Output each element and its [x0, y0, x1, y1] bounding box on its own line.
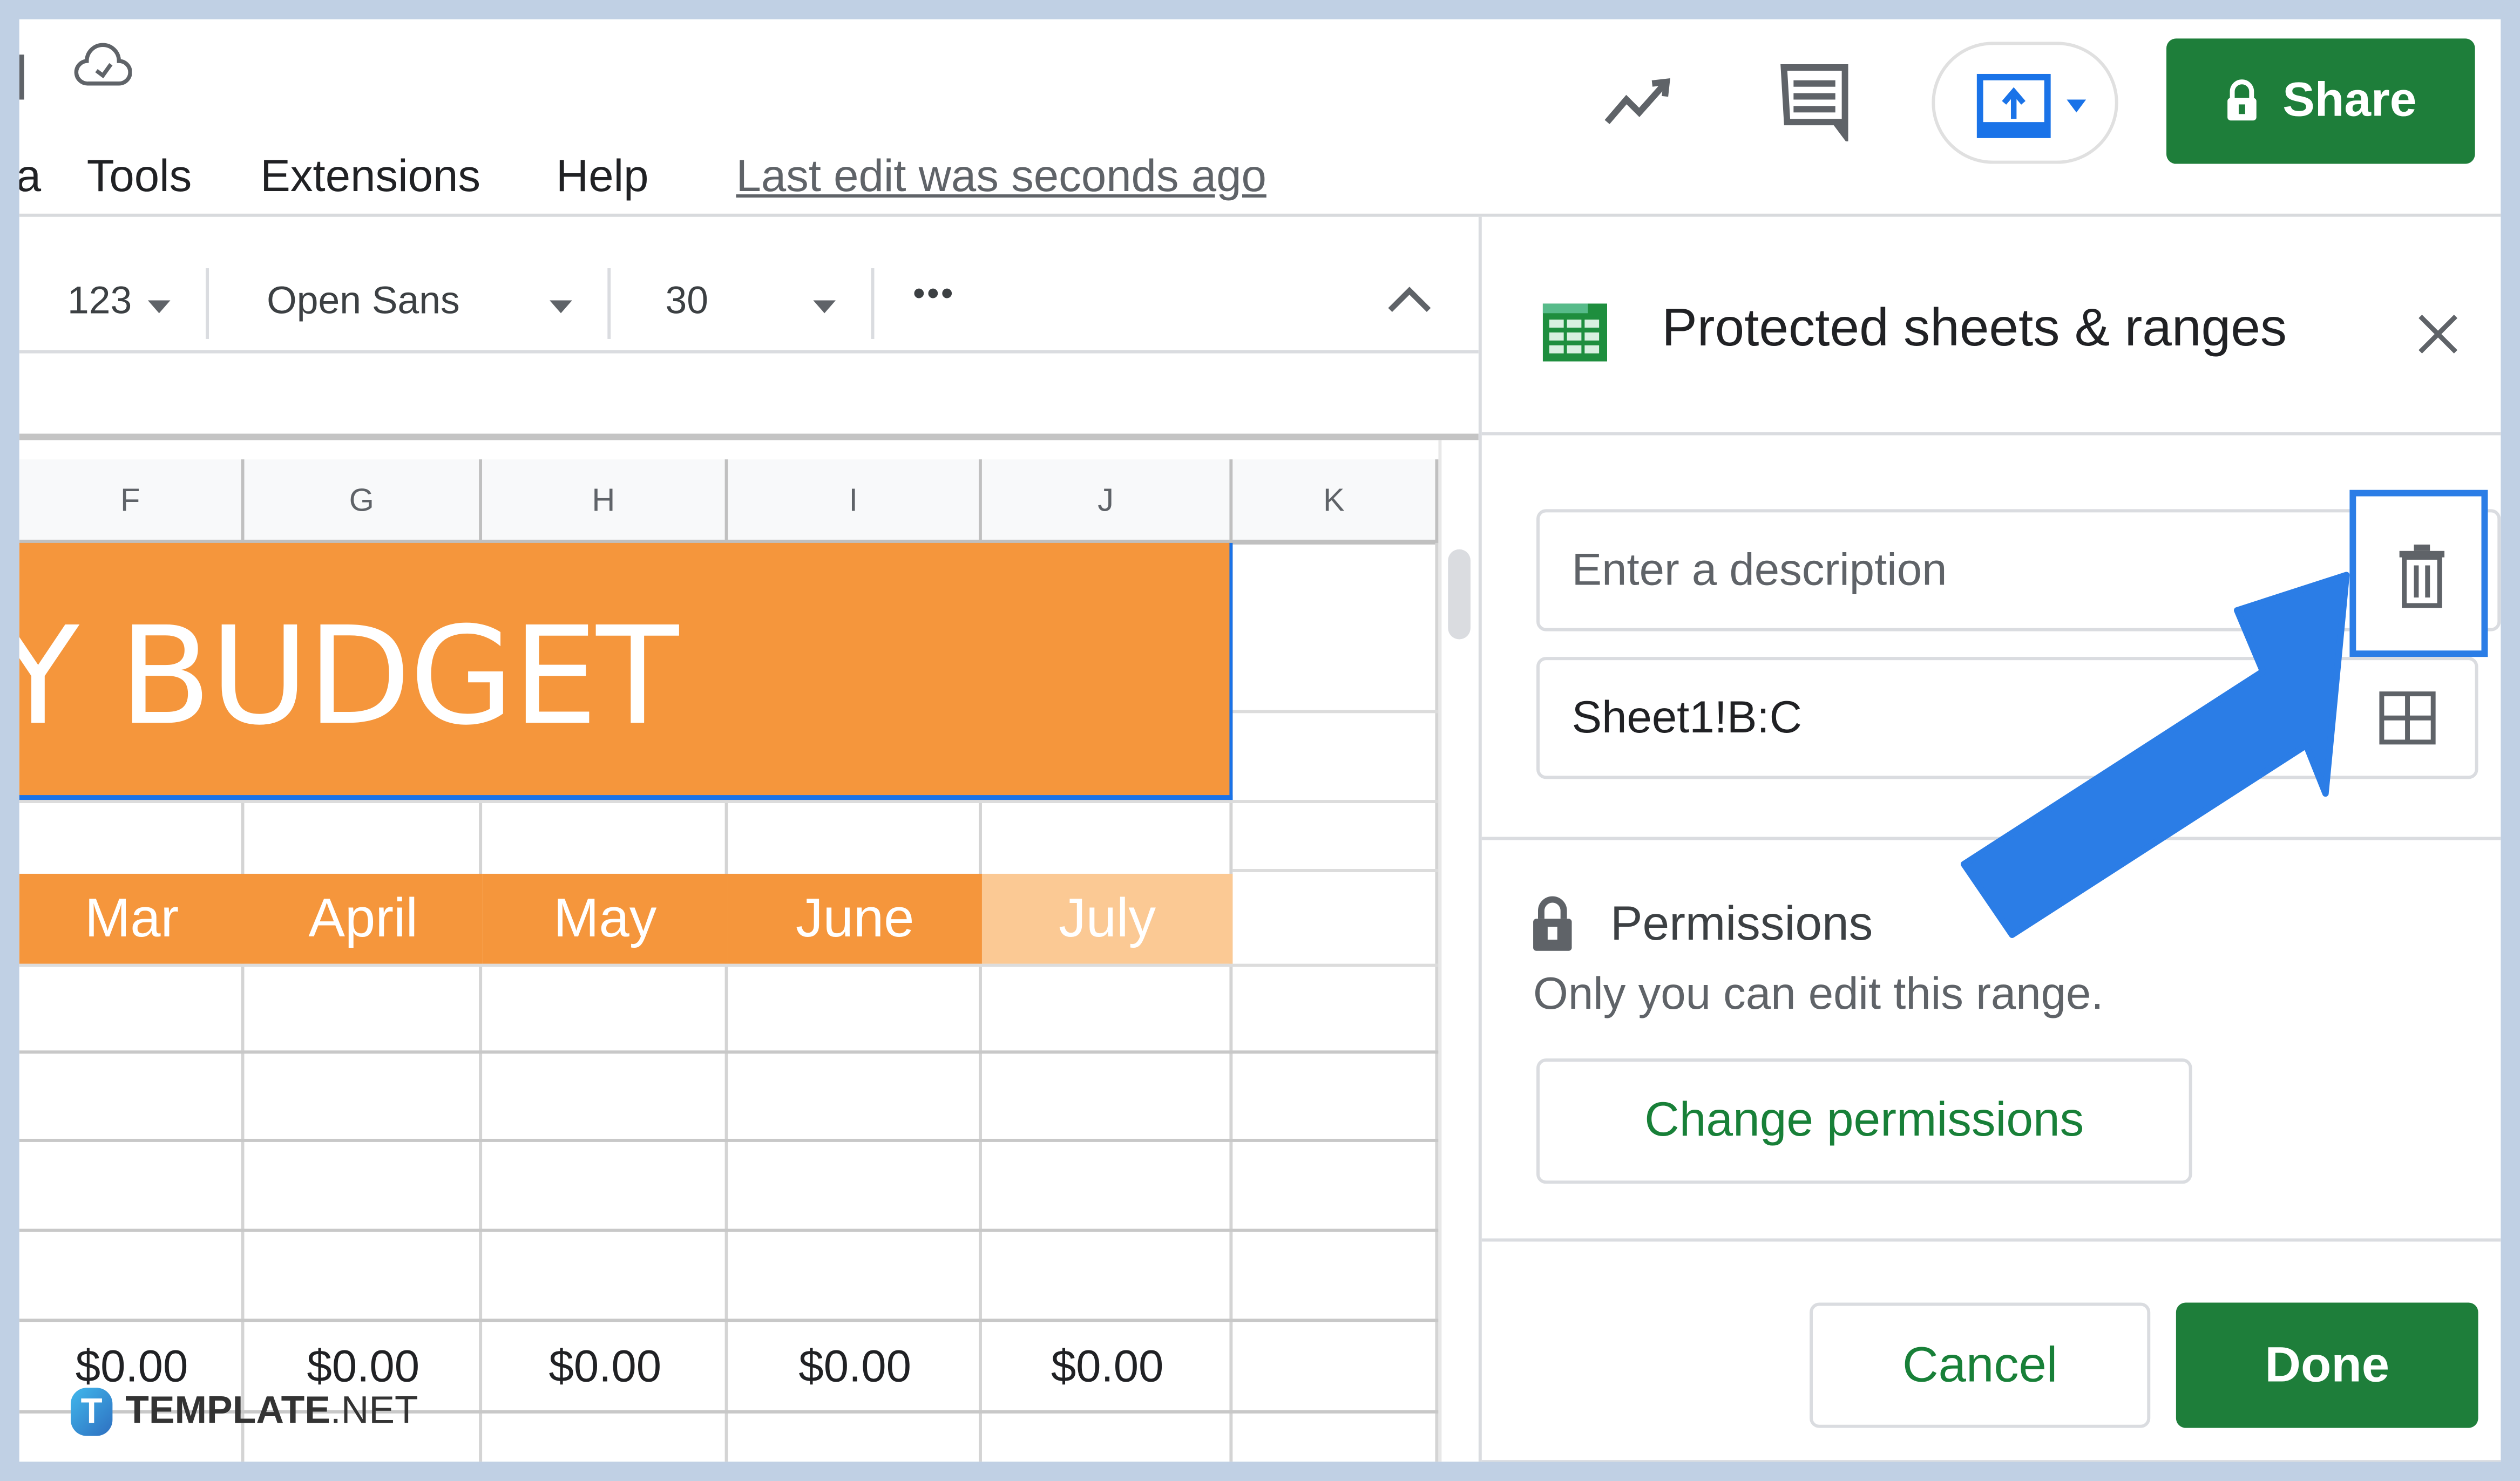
range-value: Sheet1!B:C	[1571, 692, 1802, 742]
app-window: a Tools Extensions Help Last edit was se…	[19, 19, 2501, 1462]
column-header-I[interactable]: I	[728, 459, 982, 543]
done-button[interactable]: Done	[2176, 1302, 2478, 1428]
grid-row-line	[19, 1319, 1439, 1322]
column-header-H[interactable]: H	[482, 459, 728, 543]
more-options-button[interactable]: •••	[913, 273, 955, 315]
panel-footer-divider	[1481, 1238, 2501, 1242]
cancel-button[interactable]: Cancel	[1810, 1302, 2151, 1428]
month-label: Mar	[84, 887, 179, 949]
template-net-watermark: T TEMPLATE .NET	[70, 1388, 418, 1436]
grid-row-line	[19, 963, 1439, 967]
watermark-suffix: .NET	[330, 1389, 418, 1433]
lock-icon	[2228, 79, 2257, 121]
truncated-icon-edge	[19, 55, 24, 100]
collapse-toolbar-chevron-icon[interactable]	[1385, 283, 1433, 315]
change-permissions-label: Change permissions	[1644, 1093, 2084, 1147]
grid-row-line	[1232, 869, 1439, 872]
month-label: June	[795, 887, 914, 949]
menu-tools[interactable]: Tools	[87, 151, 192, 202]
permissions-description: Only you can edit this range.	[1533, 968, 2104, 1018]
month-cell[interactable]: Mar	[19, 873, 245, 964]
panel-header-divider	[1481, 432, 2501, 436]
annotation-arrow-icon	[1960, 572, 2350, 938]
description-placeholder: Enter a description	[1571, 544, 1947, 595]
column-header-K[interactable]: K	[1232, 459, 1439, 543]
grid-row-line	[19, 1228, 1439, 1232]
vertical-scrollbar-track[interactable]	[1438, 440, 1479, 1462]
screenshot-stage: a Tools Extensions Help Last edit was se…	[0, 0, 2520, 1481]
month-cell[interactable]: June	[728, 873, 982, 964]
sheets-logo-icon	[1542, 303, 1607, 362]
menu-data-partial[interactable]: a	[19, 151, 41, 202]
font-size-caret-icon[interactable]	[813, 300, 836, 314]
column-header-G[interactable]: G	[244, 459, 483, 543]
total-value: $0.00	[307, 1341, 420, 1391]
grid-row-line	[19, 1138, 1439, 1142]
toolbar-separator	[206, 268, 209, 339]
cloud-saved-icon[interactable]	[74, 42, 132, 90]
month-label: July	[1059, 887, 1156, 949]
toolbar-separator	[607, 268, 611, 339]
template-logo-icon: T	[70, 1388, 113, 1436]
number-format-caret-icon	[147, 300, 171, 314]
vertical-scrollbar-thumb[interactable]	[1448, 549, 1471, 640]
budget-title-text: Y BUDGET	[19, 597, 679, 755]
formula-bar-divider	[19, 433, 1479, 440]
change-permissions-button[interactable]: Change permissions	[1536, 1058, 2192, 1184]
permissions-heading: Permissions	[1610, 898, 1873, 951]
month-label: May	[553, 887, 657, 949]
panel-bottom-divider	[1481, 1460, 2501, 1462]
menu-extensions[interactable]: Extensions	[260, 151, 480, 202]
grid-row-line	[19, 1050, 1439, 1054]
font-family-select[interactable]: Open Sans	[267, 280, 460, 324]
column-label: H	[592, 483, 615, 518]
column-label: K	[1323, 483, 1345, 518]
number-format-button[interactable]: 123	[67, 280, 132, 324]
total-cell[interactable]: $0.00	[982, 1323, 1232, 1410]
month-cell[interactable]: May	[482, 873, 728, 964]
total-value: $0.00	[548, 1341, 662, 1391]
font-size-select[interactable]: 30	[665, 280, 708, 324]
column-label: G	[349, 483, 374, 518]
present-button[interactable]	[1932, 42, 2118, 164]
column-label: J	[1098, 483, 1114, 518]
grid-row-line	[1232, 710, 1439, 714]
share-button[interactable]: Share	[2166, 38, 2475, 164]
budget-title-cell[interactable]: Y BUDGET	[19, 542, 1233, 800]
month-cell[interactable]: April	[244, 873, 483, 964]
present-icon	[1976, 73, 2087, 138]
column-header-J[interactable]: J	[981, 459, 1233, 543]
share-label: Share	[2282, 73, 2417, 127]
comments-icon[interactable]	[1778, 61, 1855, 141]
total-value: $0.00	[1051, 1341, 1164, 1391]
month-label: April	[308, 887, 418, 949]
trash-delete-icon[interactable]	[2398, 544, 2446, 609]
done-label: Done	[2265, 1336, 2390, 1393]
close-icon[interactable]	[2414, 310, 2462, 358]
total-cell[interactable]: $0.00	[728, 1323, 982, 1410]
column-header-F[interactable]: F	[19, 459, 245, 543]
trend-explore-icon[interactable]	[1601, 74, 1678, 132]
column-label: F	[120, 483, 140, 518]
total-value: $0.00	[798, 1341, 912, 1391]
last-edit-link[interactable]: Last edit was seconds ago	[736, 151, 1266, 202]
total-cell[interactable]: $0.00	[482, 1323, 728, 1410]
panel-title: Protected sheets & ranges	[1662, 297, 2287, 357]
font-family-caret-icon[interactable]	[550, 300, 572, 314]
toolbar-separator	[871, 268, 875, 339]
column-label: I	[849, 483, 858, 518]
permissions-lock-icon	[1533, 896, 1572, 951]
month-cell[interactable]: July	[981, 873, 1233, 964]
toolbar-divider	[19, 350, 1479, 354]
total-value: $0.00	[75, 1341, 188, 1391]
cancel-label: Cancel	[1902, 1336, 2058, 1393]
menu-help[interactable]: Help	[556, 151, 648, 202]
watermark-brand: TEMPLATE	[125, 1389, 330, 1433]
grid-row-line	[19, 800, 1439, 803]
